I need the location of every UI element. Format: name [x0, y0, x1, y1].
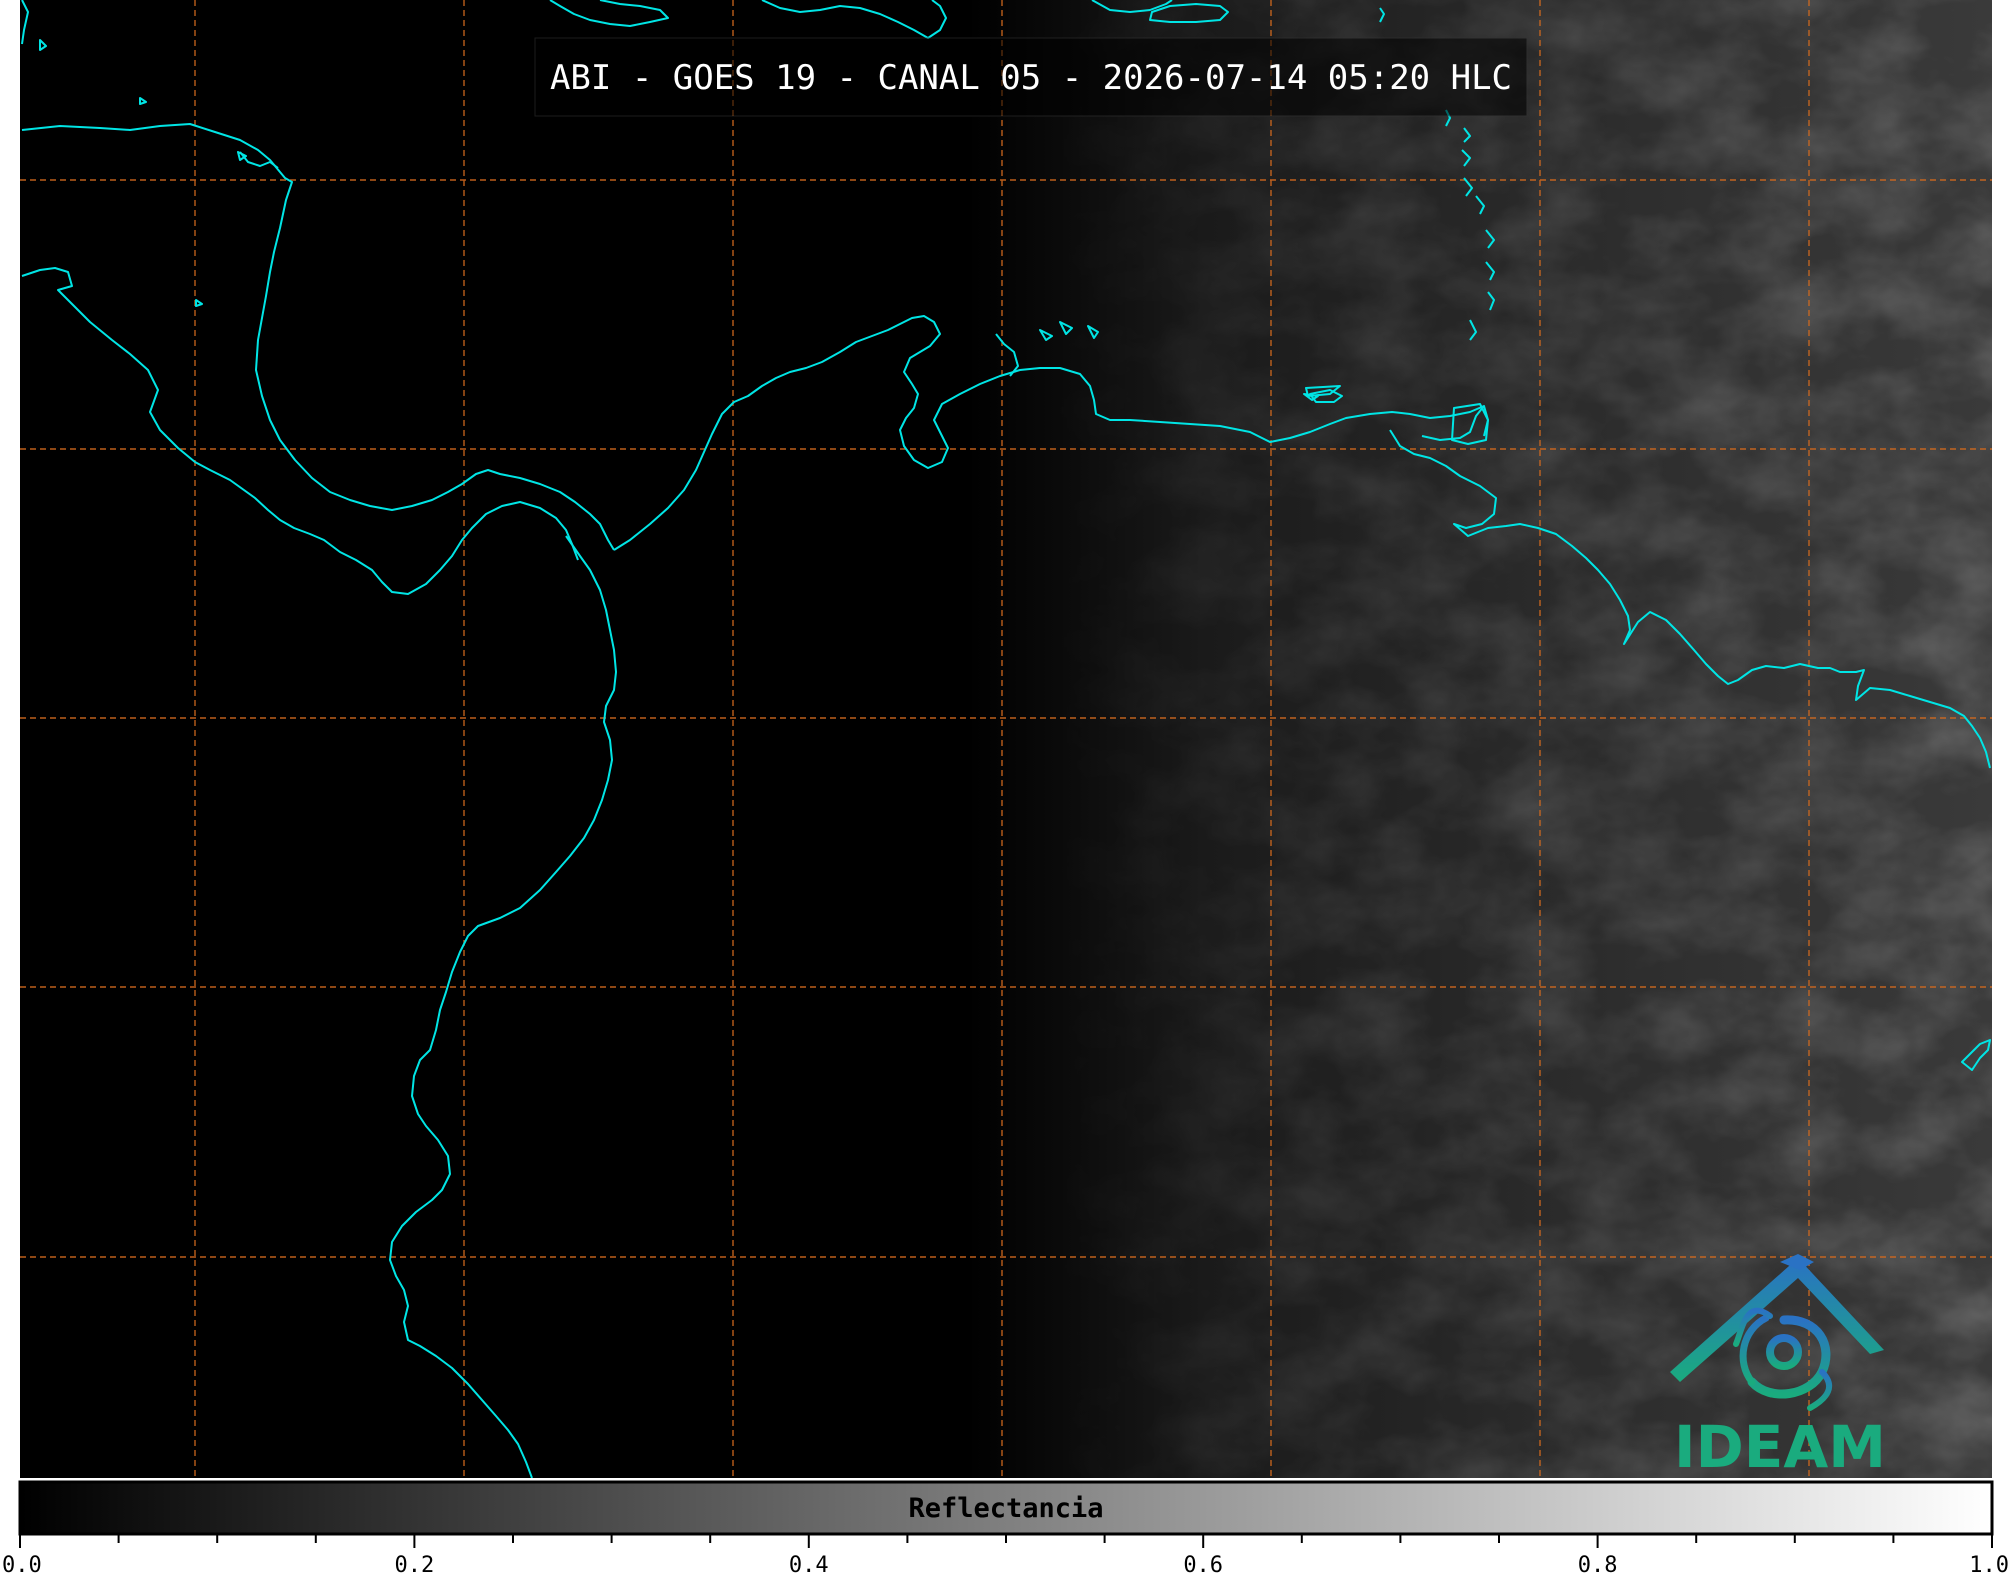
colorbar-tick-label: 0.2	[395, 1553, 435, 1577]
colorbar-tick-label: 0.4	[789, 1553, 829, 1577]
colorbar-tick-labels: 0.0 0.2 0.4 0.6 0.8 1.0	[2, 1553, 2009, 1577]
map-left-margin	[0, 0, 20, 1478]
colorbar-label: Reflectancia	[908, 1493, 1103, 1524]
title-box: ABI - GOES 19 - CANAL 05 - 2026-07-14 05…	[534, 37, 1528, 117]
colorbar-tick-label: 0.8	[1578, 1553, 1618, 1577]
map-right-margin	[1992, 0, 2011, 1478]
colorbar-tick-label: 0.6	[1183, 1553, 1223, 1577]
colorbar-tick-label: 0.0	[2, 1553, 42, 1577]
satellite-map: ABI - GOES 19 - CANAL 05 - 2026-07-14 05…	[0, 0, 2011, 1478]
colorbar-ticks	[19, 1534, 1993, 1548]
colorbar: Reflectancia 0.0 0.2 0.4 0.6 0.8 1.0	[2, 1480, 2009, 1577]
logo-text: IDEAM	[1674, 1413, 1886, 1478]
colorbar-tick-label: 1.0	[1969, 1553, 2009, 1577]
map-title: ABI - GOES 19 - CANAL 05 - 2026-07-14 05…	[550, 58, 1512, 98]
